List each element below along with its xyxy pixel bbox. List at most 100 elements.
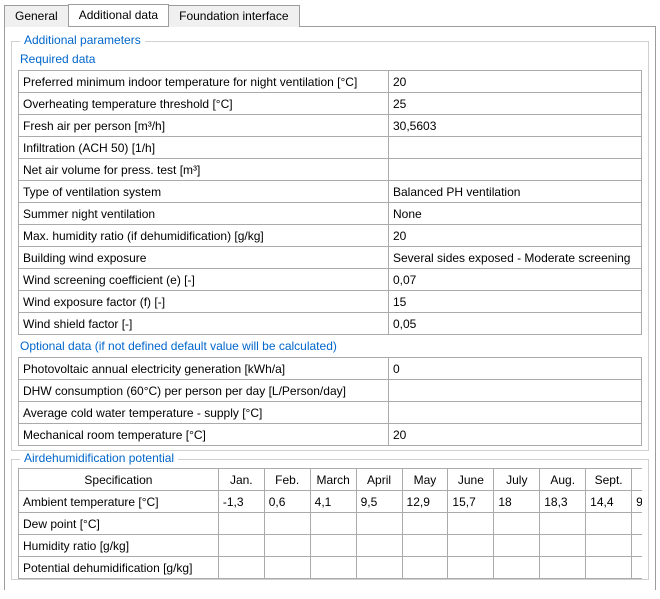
monthly-cell[interactable]	[402, 557, 448, 579]
monthly-cell[interactable]	[586, 513, 632, 535]
monthly-cell[interactable]	[402, 513, 448, 535]
monthly-header-month: Feb.	[264, 469, 310, 491]
required-row-value-cell[interactable]	[389, 71, 642, 93]
required-row-value-cell[interactable]	[389, 137, 642, 159]
optional-row-value-cell[interactable]	[389, 424, 642, 446]
optional-row-value-cell[interactable]	[389, 402, 642, 424]
required-row-value-cell[interactable]	[389, 115, 642, 137]
optional-row-input[interactable]	[393, 428, 637, 442]
required-row-value-cell[interactable]	[389, 181, 642, 203]
required-row-input[interactable]	[393, 229, 637, 243]
monthly-cell[interactable]	[402, 535, 448, 557]
monthly-cell[interactable]	[586, 557, 632, 579]
required-row-value-cell[interactable]	[389, 225, 642, 247]
tab-general[interactable]: General	[4, 5, 69, 27]
required-row-input[interactable]	[393, 273, 637, 287]
monthly-cell[interactable]	[218, 557, 264, 579]
required-row: Overheating temperature threshold [°C]	[19, 93, 642, 115]
required-row-value-cell[interactable]	[389, 203, 642, 225]
group-airdehumidification-potential: Airdehumidification potential Specificat…	[11, 459, 649, 580]
required-row-value-cell[interactable]	[389, 291, 642, 313]
required-row-value-cell[interactable]	[389, 247, 642, 269]
monthly-header-month: April	[356, 469, 402, 491]
monthly-cell[interactable]: 18	[494, 491, 540, 513]
required-row: Preferred minimum indoor temperature for…	[19, 71, 642, 93]
optional-row-value-cell[interactable]	[389, 380, 642, 402]
monthly-cell[interactable]	[310, 513, 356, 535]
monthly-cell[interactable]: 9,1	[632, 491, 642, 513]
monthly-cell[interactable]: 0,6	[264, 491, 310, 513]
monthly-row-label: Humidity ratio [g/kg]	[19, 535, 219, 557]
tab-foundation-interface[interactable]: Foundation interface	[168, 5, 299, 27]
monthly-cell[interactable]: 12,9	[402, 491, 448, 513]
optional-row-input[interactable]	[393, 406, 637, 420]
required-row: Type of ventilation system	[19, 181, 642, 203]
monthly-cell[interactable]	[494, 535, 540, 557]
monthly-cell[interactable]	[494, 513, 540, 535]
required-row-input[interactable]	[393, 141, 637, 155]
monthly-cell[interactable]	[448, 535, 494, 557]
monthly-cell[interactable]	[632, 535, 642, 557]
monthly-cell[interactable]: 14,4	[586, 491, 632, 513]
required-row-input[interactable]	[393, 75, 637, 89]
monthly-cell[interactable]	[632, 513, 642, 535]
optional-row-input[interactable]	[393, 384, 637, 398]
required-row-input[interactable]	[393, 251, 637, 265]
monthly-cell[interactable]: -1,3	[218, 491, 264, 513]
required-data-table: Preferred minimum indoor temperature for…	[18, 70, 642, 335]
monthly-cell[interactable]: 15,7	[448, 491, 494, 513]
monthly-cell[interactable]	[586, 535, 632, 557]
required-row-value-cell[interactable]	[389, 269, 642, 291]
required-row-value-cell[interactable]	[389, 313, 642, 335]
required-row-input[interactable]	[393, 163, 637, 177]
required-row-input[interactable]	[393, 185, 637, 199]
required-row: Wind shield factor [-]	[19, 313, 642, 335]
required-row-input[interactable]	[393, 119, 637, 133]
optional-row-label: Average cold water temperature - supply …	[19, 402, 389, 424]
optional-row-label: Photovoltaic annual electricity generati…	[19, 358, 389, 380]
monthly-header-month: July	[494, 469, 540, 491]
monthly-cell[interactable]	[494, 557, 540, 579]
monthly-cell[interactable]	[356, 535, 402, 557]
monthly-cell[interactable]	[540, 513, 586, 535]
optional-row: Photovoltaic annual electricity generati…	[19, 358, 642, 380]
monthly-cell[interactable]	[218, 513, 264, 535]
optional-row-input[interactable]	[393, 362, 637, 376]
monthly-row: Ambient temperature [°C]-1,30,64,19,512,…	[19, 491, 643, 513]
monthly-cell[interactable]	[310, 557, 356, 579]
monthly-cell[interactable]	[632, 557, 642, 579]
monthly-cell[interactable]: 18,3	[540, 491, 586, 513]
monthly-cell[interactable]	[540, 557, 586, 579]
monthly-cell[interactable]: 9,5	[356, 491, 402, 513]
required-row-value-cell[interactable]	[389, 93, 642, 115]
monthly-cell[interactable]	[264, 535, 310, 557]
monthly-cell[interactable]	[218, 535, 264, 557]
optional-row-value-cell[interactable]	[389, 358, 642, 380]
optional-row-label: Mechanical room temperature [°C]	[19, 424, 389, 446]
monthly-cell[interactable]	[356, 513, 402, 535]
optional-row-label: DHW consumption (60°C) per person per da…	[19, 380, 389, 402]
required-row-input[interactable]	[393, 317, 637, 331]
required-row-input[interactable]	[393, 295, 637, 309]
required-row-value-cell[interactable]	[389, 159, 642, 181]
required-row-input[interactable]	[393, 97, 637, 111]
required-row-label: Wind screening coefficient (e) [-]	[19, 269, 389, 291]
required-row-label: Overheating temperature threshold [°C]	[19, 93, 389, 115]
monthly-header-month: May	[402, 469, 448, 491]
monthly-cell[interactable]	[448, 513, 494, 535]
monthly-cell[interactable]	[264, 557, 310, 579]
required-row-input[interactable]	[393, 207, 637, 221]
monthly-cell[interactable]	[540, 535, 586, 557]
monthly-cell[interactable]	[356, 557, 402, 579]
monthly-cell[interactable]: 4,1	[310, 491, 356, 513]
required-row: Summer night ventilation	[19, 203, 642, 225]
required-row-label: Infiltration (ACH 50) [1/h]	[19, 137, 389, 159]
monthly-cell[interactable]	[448, 557, 494, 579]
monthly-row: Dew point [°C]	[19, 513, 643, 535]
tab-additional-data[interactable]: Additional data	[68, 4, 169, 26]
optional-row: Average cold water temperature - supply …	[19, 402, 642, 424]
optional-data-header: Optional data (if not defined default va…	[18, 337, 642, 357]
monthly-cell[interactable]	[264, 513, 310, 535]
monthly-cell[interactable]	[310, 535, 356, 557]
monthly-row-label: Dew point [°C]	[19, 513, 219, 535]
